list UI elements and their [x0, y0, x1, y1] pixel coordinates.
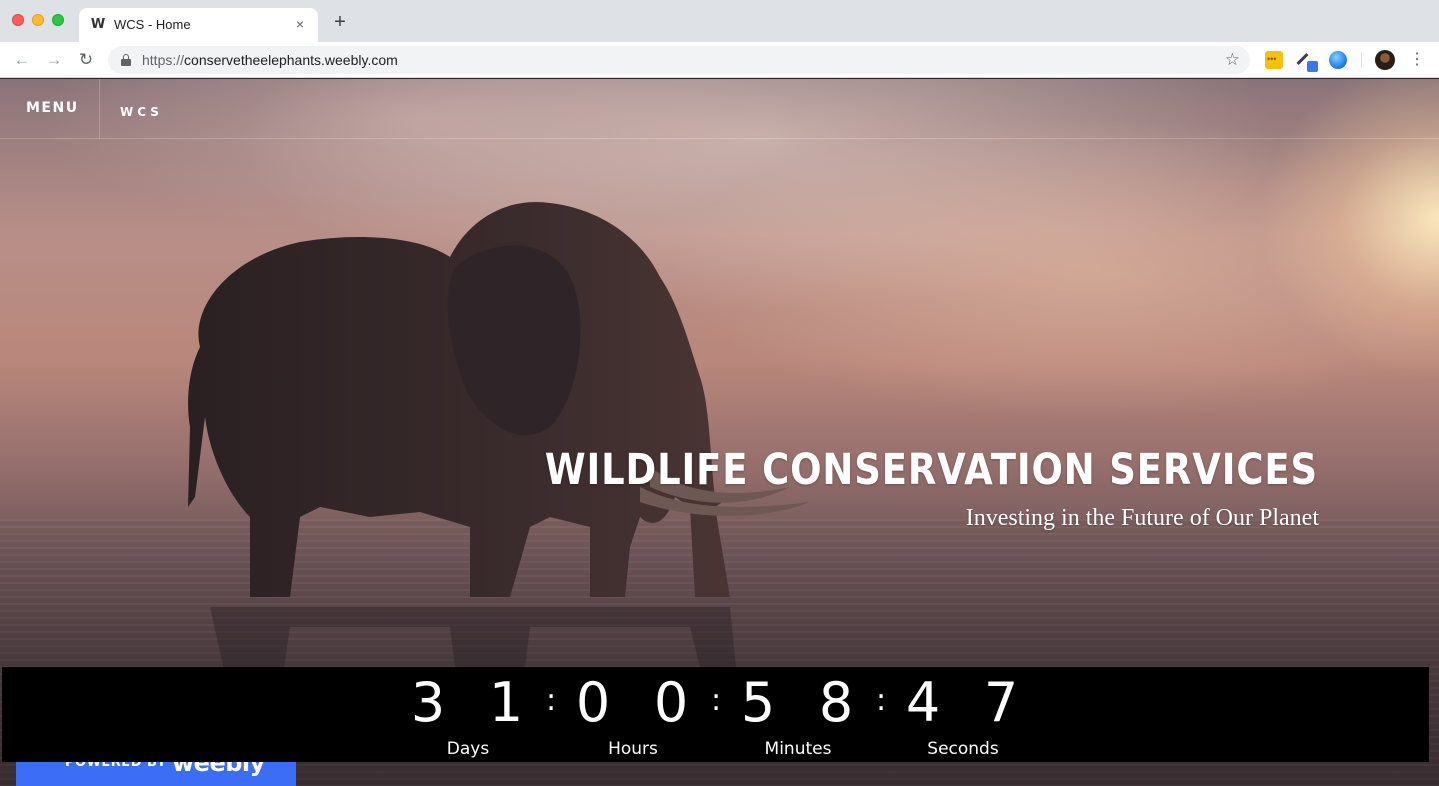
browser-tab-strip: W WCS - Home × + — [0, 0, 1439, 42]
site-header: MENU WCS — [0, 79, 1439, 139]
maximize-window-button[interactable] — [52, 14, 64, 26]
countdown-digit: 4 — [905, 671, 941, 734]
forward-arrow-icon[interactable]: → — [44, 50, 64, 70]
countdown-digit: 0 — [653, 671, 689, 734]
eyedropper-icon[interactable] — [1296, 51, 1318, 72]
countdown-separator: : — [710, 683, 722, 718]
bookmark-star-icon[interactable]: ☆ — [1225, 50, 1240, 70]
close-window-button[interactable] — [12, 14, 24, 26]
tab-title: WCS - Home — [114, 17, 191, 32]
extension-icon[interactable] — [1265, 51, 1283, 69]
browser-toolbar: ← → ↻ https://conservetheelephants.weebl… — [0, 42, 1439, 78]
site-logo-text[interactable]: WCS — [120, 105, 163, 119]
menu-label: MENU — [26, 100, 79, 116]
minimize-window-button[interactable] — [32, 14, 44, 26]
countdown-separator: : — [875, 683, 887, 718]
kebab-menu-icon[interactable]: ⋮ — [1409, 49, 1425, 71]
back-arrow-icon[interactable]: ← — [12, 50, 32, 70]
tab-close-icon[interactable]: × — [292, 16, 308, 32]
countdown-timer: 3 1 : 0 0 : 5 8 : 4 7 Days Hours Minutes… — [2, 667, 1429, 762]
countdown-digit: 7 — [983, 671, 1019, 734]
browser-tab-active[interactable]: W WCS - Home × — [79, 8, 318, 42]
globe-icon[interactable] — [1329, 51, 1347, 69]
profile-avatar[interactable] — [1375, 50, 1395, 70]
countdown-digit: 3 — [410, 671, 446, 734]
countdown-digit: 1 — [488, 671, 524, 734]
lock-icon[interactable] — [121, 54, 131, 66]
menu-button[interactable]: MENU — [0, 79, 100, 139]
hero-title: WILDLIFE CONSERVATION SERVICES — [544, 445, 1318, 495]
countdown-digit: 0 — [575, 671, 611, 734]
countdown-label-minutes: Minutes — [764, 739, 832, 759]
countdown-digit: 5 — [740, 671, 776, 734]
weebly-favicon-icon: W — [90, 17, 106, 32]
countdown-label-days: Days — [446, 739, 490, 759]
countdown-label-seconds: Seconds — [927, 739, 999, 759]
reload-icon[interactable]: ↻ — [76, 50, 96, 70]
toolbar-divider — [1361, 53, 1362, 67]
url-text: https://conservetheelephants.weebly.com — [142, 52, 398, 68]
new-tab-button[interactable]: + — [330, 12, 350, 32]
countdown-label-hours: Hours — [608, 739, 658, 759]
hero-subtitle: Investing in the Future of Our Planet — [965, 505, 1319, 531]
countdown-separator: : — [545, 683, 557, 718]
countdown-digit: 8 — [818, 671, 854, 734]
address-bar[interactable]: https://conservetheelephants.weebly.com … — [108, 46, 1250, 74]
